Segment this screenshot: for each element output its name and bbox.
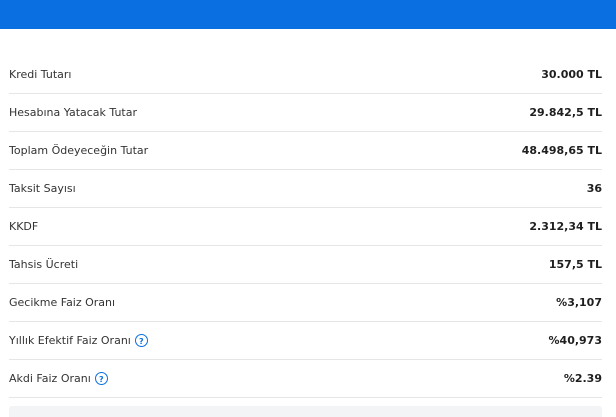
bottom-panel-edge — [9, 406, 602, 417]
row-value: 157,5 TL — [548, 258, 602, 271]
row-hesabina-yatacak-tutar: Hesabına Yatacak Tutar 29.842,5 TL — [9, 94, 602, 132]
row-value: 30.000 TL — [541, 68, 602, 81]
row-akdi-faiz-orani: Akdi Faiz Oranı ? %2.39 — [9, 360, 602, 398]
top-header-bar — [0, 0, 616, 29]
row-value: %3,107 — [556, 296, 602, 309]
question-circle-icon[interactable]: ? — [134, 334, 148, 347]
row-value: 29.842,5 TL — [529, 106, 602, 119]
row-taksit-sayisi: Taksit Sayısı 36 — [9, 170, 602, 208]
row-value: %2.39 — [563, 372, 602, 385]
question-circle-icon[interactable]: ? — [94, 372, 108, 385]
row-gecikme-faiz-orani: Gecikme Faiz Oranı %3,107 — [9, 284, 602, 322]
row-value: 48.498,65 TL — [521, 144, 602, 157]
row-kredi-tutari: Kredi Tutarı 30.000 TL — [9, 56, 602, 94]
loan-summary-list: Kredi Tutarı 30.000 TL Hesabına Yatacak … — [0, 56, 616, 398]
row-label: Kredi Tutarı — [9, 68, 72, 81]
row-label: KKDF — [9, 220, 39, 233]
row-value: %40,973 — [548, 334, 602, 347]
row-label: Tahsis Ücreti — [9, 258, 79, 271]
row-yillik-efektif-faiz-orani: Yıllık Efektif Faiz Oranı ? %40,973 — [9, 322, 602, 360]
row-label: Akdi Faiz Oranı — [9, 372, 91, 385]
row-label: Hesabına Yatacak Tutar — [9, 106, 138, 119]
row-label: Gecikme Faiz Oranı — [9, 296, 116, 309]
row-tahsis-ucreti: Tahsis Ücreti 157,5 TL — [9, 246, 602, 284]
row-value: 36 — [586, 182, 602, 195]
row-value: 2.312,34 TL — [529, 220, 602, 233]
row-label: Taksit Sayısı — [9, 182, 76, 195]
row-toplam-odeyecegin-tutar: Toplam Ödeyeceğin Tutar 48.498,65 TL — [9, 132, 602, 170]
row-kkdf: KKDF 2.312,34 TL — [9, 208, 602, 246]
row-label: Toplam Ödeyeceğin Tutar — [9, 144, 149, 157]
row-label: Yıllık Efektif Faiz Oranı — [9, 334, 131, 347]
